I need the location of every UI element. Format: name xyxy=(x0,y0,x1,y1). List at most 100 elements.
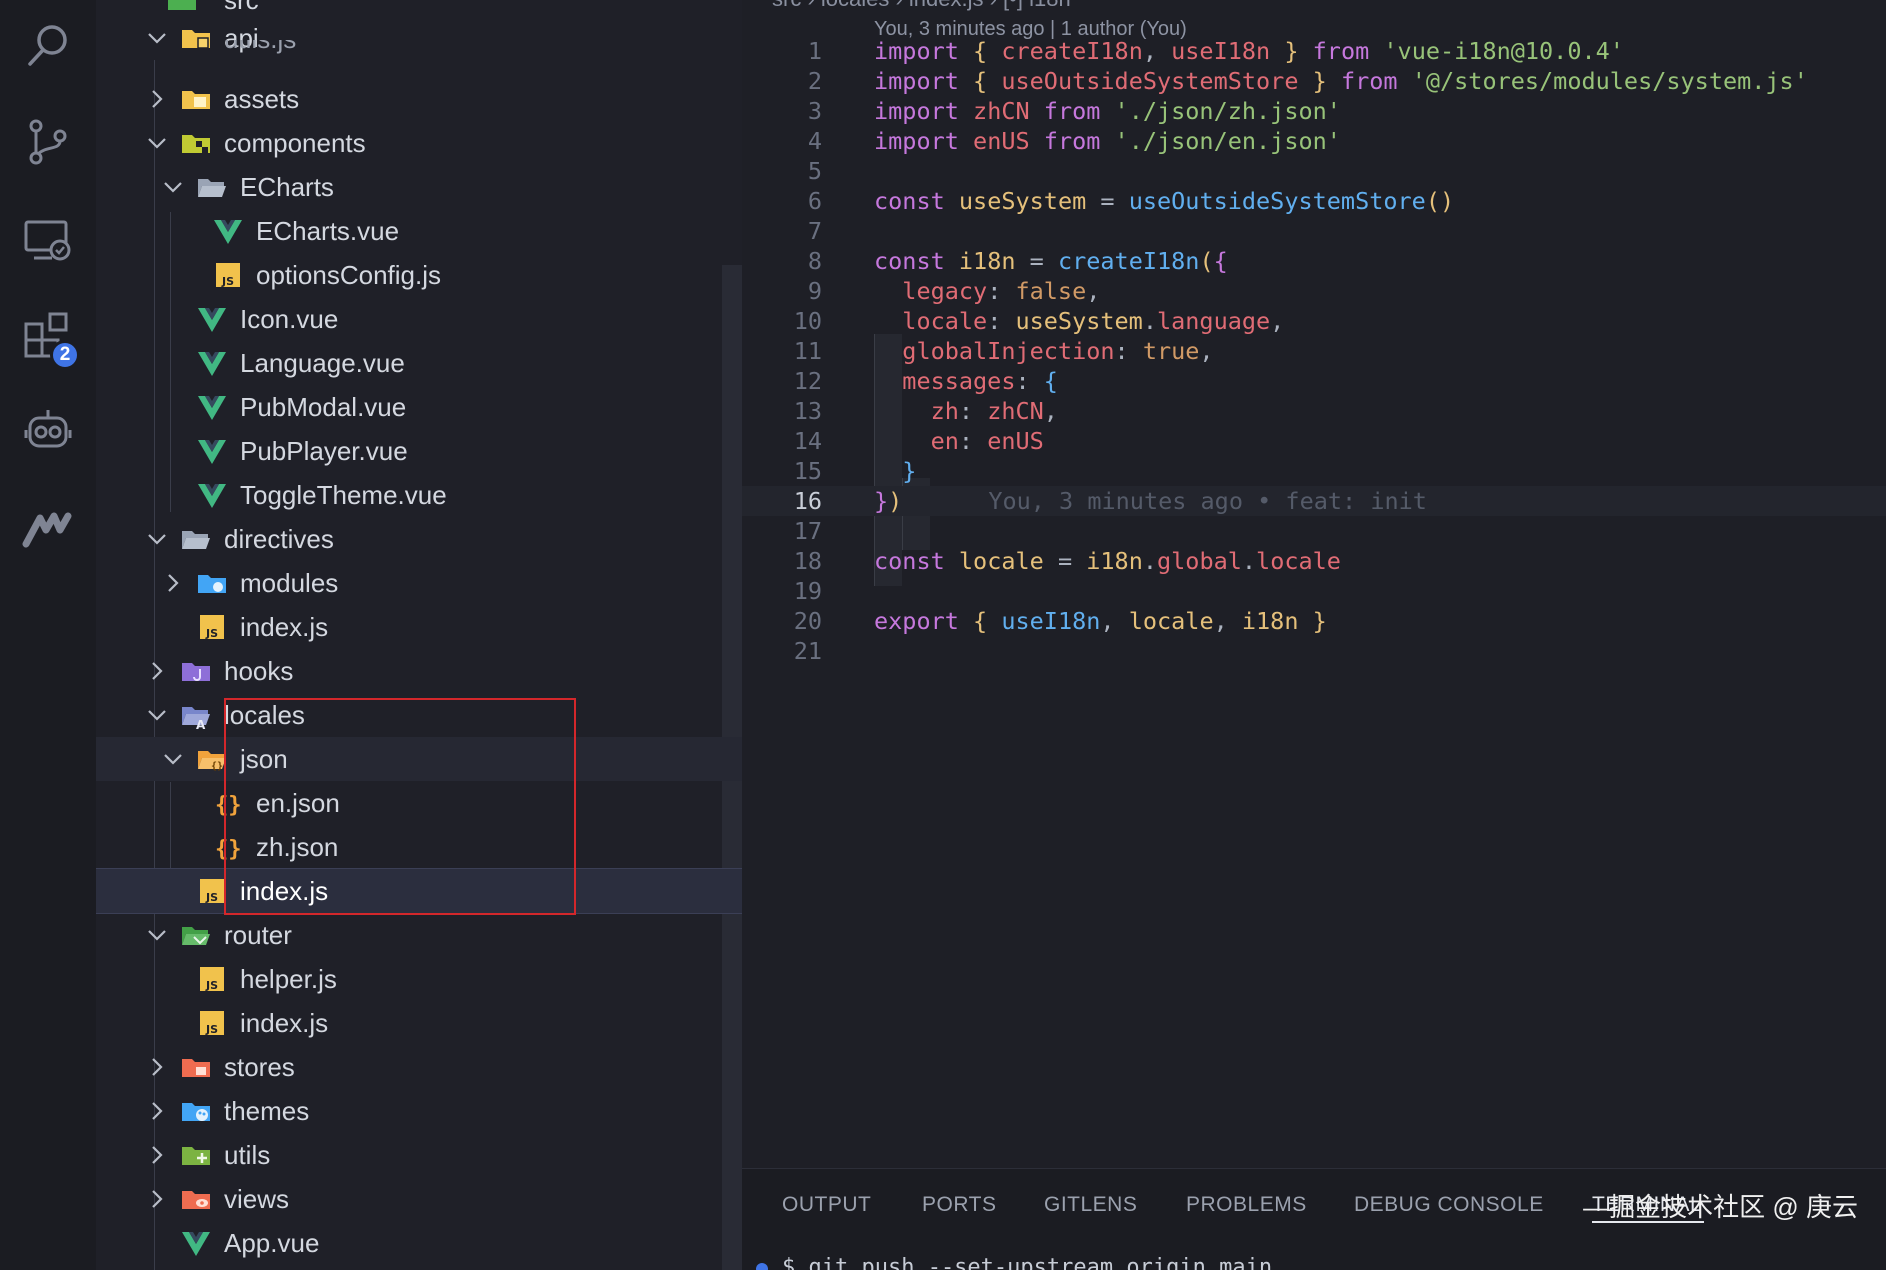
line-number: 20 xyxy=(793,607,822,635)
tree-folder-views[interactable]: views xyxy=(96,1177,742,1221)
code-line[interactable]: 11 globalInjection: true, xyxy=(742,336,1886,366)
tree-file-helper[interactable]: JS helper.js xyxy=(96,957,742,1001)
code-line[interactable]: 9 legacy: false, xyxy=(742,276,1886,306)
tree-file-pubmodal-vue[interactable]: PubModal.vue xyxy=(96,385,742,429)
tree-folder-modules[interactable]: modules xyxy=(96,561,742,605)
chevron-right-icon xyxy=(162,572,184,594)
tab-gitlens[interactable]: GITLENS xyxy=(1044,1193,1137,1217)
code-line[interactable]: 14 en: enUS xyxy=(742,426,1886,456)
vue-file-icon xyxy=(196,303,228,335)
marscode-logo-icon[interactable] xyxy=(20,500,76,556)
code-line[interactable]: 20 export { useI18n, locale, i18n } xyxy=(742,606,1886,636)
code-token: useSystem xyxy=(1015,307,1143,335)
code-line[interactable]: 7 xyxy=(742,216,1886,246)
code-token: { xyxy=(973,67,988,95)
code-text: locale: useSystem.language, xyxy=(874,306,1284,336)
line-number: 18 xyxy=(793,547,822,575)
line-number: 11 xyxy=(793,337,822,365)
code-line[interactable]: 1 import { createI18n, useI18n } from 'vu… xyxy=(742,36,1886,66)
tree-file-pubplayer-vue[interactable]: PubPlayer.vue xyxy=(96,429,742,473)
code-text: import zhCN from './json/zh.json' xyxy=(874,96,1341,126)
svg-text:JS: JS xyxy=(205,627,218,640)
tab-ports[interactable]: PORTS xyxy=(922,1193,996,1217)
code-token: : xyxy=(958,397,988,425)
code-token: export xyxy=(874,607,959,635)
code-token: createI18n xyxy=(1001,37,1143,65)
code-line[interactable]: 19 xyxy=(742,576,1886,606)
line-number: 7 xyxy=(807,217,822,245)
tab-problems[interactable]: PROBLEMS xyxy=(1186,1193,1307,1217)
tree-label: modules xyxy=(240,567,339,598)
code-line[interactable]: 12 messages: { xyxy=(742,366,1886,396)
tree-label: assets xyxy=(224,83,300,114)
tree-folder-themes[interactable]: themes xyxy=(96,1089,742,1133)
search-icon[interactable] xyxy=(20,18,76,74)
tree-folder-stores[interactable]: stores xyxy=(96,1045,742,1089)
tree-file-directives-index[interactable]: JS index.js xyxy=(96,605,742,649)
code-editor[interactable]: src › locales › index.js › [•] i18n You,… xyxy=(742,0,1886,1168)
chevron-down-icon xyxy=(146,924,168,946)
tree-label: optionsConfig.js xyxy=(256,259,441,290)
tree-file-icon-vue[interactable]: Icon.vue xyxy=(96,297,742,341)
code-line[interactable]: 10 locale: useSystem.language, xyxy=(742,306,1886,336)
tree-folder-router[interactable]: router xyxy=(96,913,742,957)
code-line[interactable]: 8 const i18n = createI18n({ xyxy=(742,246,1886,276)
inline-blame[interactable]: You, 3 minutes ago • feat: init xyxy=(988,487,1427,515)
tree-label: App.vue xyxy=(224,1227,320,1258)
line-number: 9 xyxy=(807,277,822,305)
code-token: useOutsideSystemStore xyxy=(1128,187,1426,215)
tree-file-optionsconfig[interactable]: JS optionsConfig.js xyxy=(96,253,742,297)
source-control-icon[interactable] xyxy=(20,114,76,170)
code-line[interactable]: 17 xyxy=(742,516,1886,546)
tree-folder-echarts[interactable]: ECharts xyxy=(96,165,742,209)
code-token: , xyxy=(1142,37,1172,65)
code-token: const xyxy=(874,187,945,215)
line-number: 19 xyxy=(793,577,822,605)
tree-file-utils[interactable]: utils.js xyxy=(96,40,742,64)
folder-src-icon xyxy=(166,0,198,16)
code-line[interactable]: 6 const useSystem = useOutsideSystemStore… xyxy=(742,186,1886,216)
tree-file-echarts-vue[interactable]: ECharts.vue xyxy=(96,209,742,253)
code-line[interactable]: 18 const locale = i18n.global.locale xyxy=(742,546,1886,576)
code-line[interactable]: 21 xyxy=(742,636,1886,666)
code-line[interactable]: 5 xyxy=(742,156,1886,186)
code-line[interactable]: 2 import { useOutsideSystemStore } from '… xyxy=(742,66,1886,96)
tree-file-app-vue[interactable]: App.vue xyxy=(96,1221,742,1265)
code-line[interactable]: 3 import zhCN from './json/zh.json' xyxy=(742,96,1886,126)
code-line[interactable]: 4 import enUS from './json/en.json' xyxy=(742,126,1886,156)
extensions-icon[interactable]: 2 xyxy=(20,308,80,370)
code-token: enUS xyxy=(987,427,1044,455)
code-token: legacy xyxy=(902,277,988,305)
tree-folder-utils[interactable]: utils xyxy=(96,1133,742,1177)
tab-debug-console[interactable]: DEBUG CONSOLE xyxy=(1354,1193,1544,1217)
code-line[interactable]: 16}) You, 3 minutes ago • feat: init xyxy=(742,486,1886,516)
code-token: i18n xyxy=(958,247,1016,275)
tree-folder-assets[interactable]: assets xyxy=(96,77,742,121)
code-text: messages: { xyxy=(874,366,1058,396)
line-number: 8 xyxy=(807,247,822,275)
tree-folder-hooks[interactable]: hooks xyxy=(96,649,742,693)
tree-file-router-index[interactable]: JS index.js xyxy=(96,1001,742,1045)
tree-file-language-vue[interactable]: Language.vue xyxy=(96,341,742,385)
tree-folder-directives[interactable]: directives xyxy=(96,517,742,561)
tree-file-toggletheme-vue[interactable]: ToggleTheme.vue xyxy=(96,473,742,517)
code-line[interactable]: 15 } xyxy=(742,456,1886,486)
tab-output[interactable]: OUTPUT xyxy=(782,1193,871,1217)
terminal-line[interactable]: $ git push --set-upstream origin main xyxy=(782,1255,1272,1270)
copilot-robot-icon[interactable] xyxy=(20,402,76,458)
tree-folder-components[interactable]: components xyxy=(96,121,742,165)
tree-label: PubModal.vue xyxy=(240,391,407,422)
code-line[interactable]: 13 zh: zhCN, xyxy=(742,396,1886,426)
code-text: }) You, 3 minutes ago • feat: init xyxy=(874,486,1427,516)
breadcrumb[interactable]: src › locales › index.js › [•] i18n xyxy=(772,0,1071,12)
remote-explorer-icon[interactable] xyxy=(20,212,76,268)
vue-file-icon xyxy=(196,391,228,423)
